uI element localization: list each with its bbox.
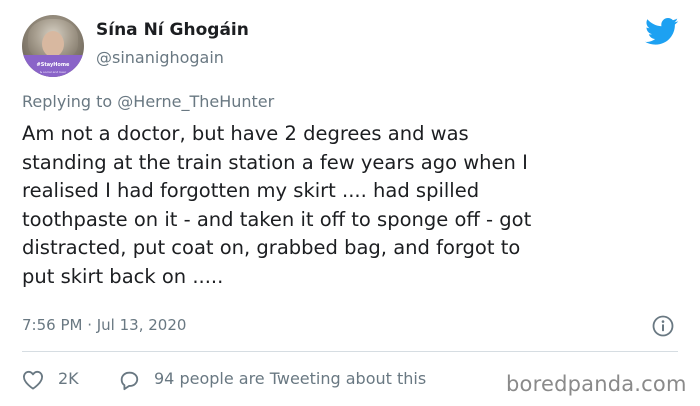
tweet-text-line: put skirt back on .....: [22, 264, 224, 288]
tweet-text-line: toothpaste on it - and taken it off to s…: [22, 207, 532, 231]
avatar[interactable]: #StayHome & social and beer: [22, 15, 84, 77]
heart-icon[interactable]: [22, 370, 44, 390]
avatar-frame-text: #StayHome: [36, 62, 70, 68]
divider: [22, 351, 678, 352]
reply-mention-link[interactable]: @Herne_TheHunter: [117, 92, 274, 111]
avatar-face: [42, 31, 64, 57]
info-icon[interactable]: [652, 315, 674, 337]
tweet-text: Am not a doctor, but have 2 degrees and …: [22, 120, 690, 292]
conversation-link[interactable]: 94 people are Tweeting about this: [154, 369, 426, 388]
author-handle[interactable]: @sinanighogain: [96, 48, 224, 67]
like-count[interactable]: 2K: [58, 369, 79, 388]
replying-to: Replying to @Herne_TheHunter: [22, 92, 274, 111]
speech-bubble-icon[interactable]: [118, 369, 140, 391]
tweet-text-line: Am not a doctor, but have 2 degrees and …: [22, 122, 469, 145]
watermark: boredpanda.com: [506, 372, 687, 396]
author-name[interactable]: Sína Ní Ghogáin: [96, 20, 249, 40]
tweet-timestamp[interactable]: 7:56 PM · Jul 13, 2020: [22, 316, 186, 334]
tweet-text-line: distracted, put coat on, grabbed bag, an…: [22, 236, 521, 260]
twitter-bird-icon[interactable]: [645, 18, 679, 46]
avatar-frame-subtext: & social and beer: [39, 70, 67, 74]
tweet-text-line: standing at the train station a few year…: [22, 150, 528, 174]
tweet-text-line: realised I had forgotten my skirt .... h…: [22, 179, 480, 203]
replying-to-label: Replying to: [22, 92, 113, 111]
